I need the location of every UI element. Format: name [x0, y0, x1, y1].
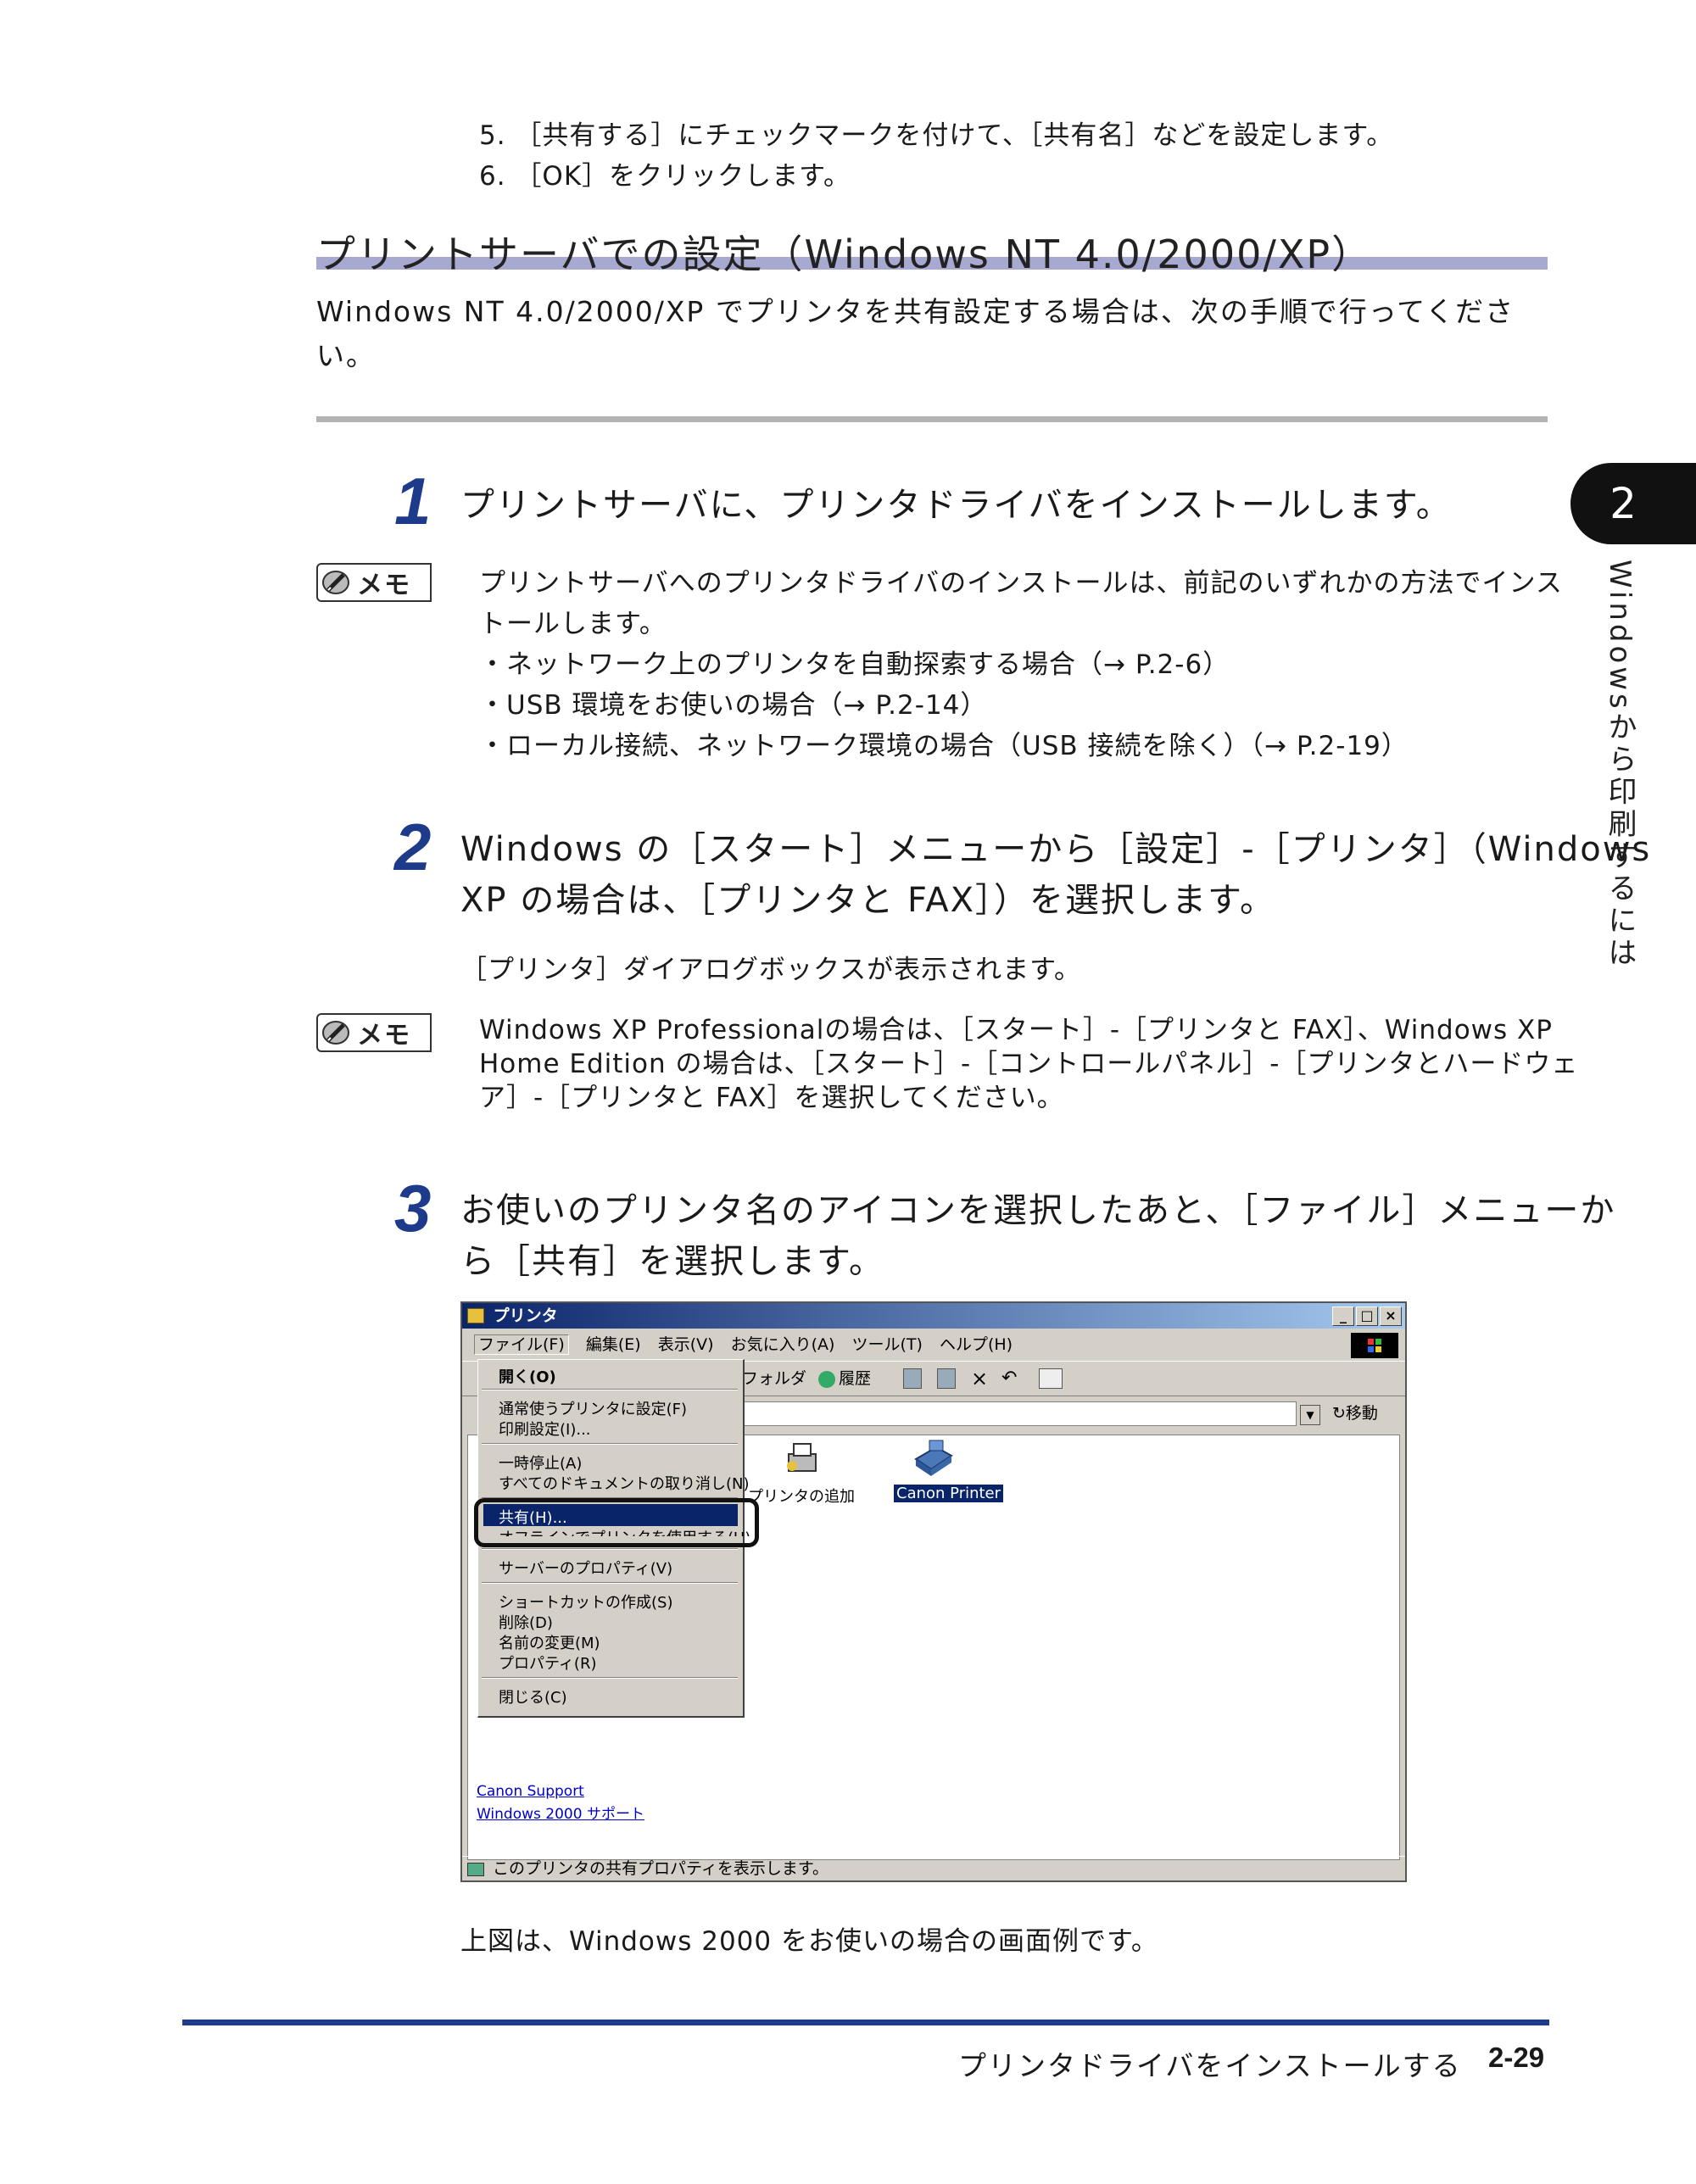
menu-item-delete[interactable]: 削除(D) — [499, 1611, 553, 1633]
section-intro: Windows NT 4.0/2000/XP でプリンタを共有設定する場合は、次… — [316, 295, 1515, 372]
printer-folder-icon — [467, 1308, 484, 1323]
canon-support-link[interactable]: Canon Support — [477, 1783, 584, 1800]
go-arrow-icon: ↻ — [1332, 1404, 1346, 1423]
section-title: プリントサーバでの設定（Windows NT 4.0/2000/XP） — [316, 231, 1373, 277]
memo-badge: メモ — [316, 563, 432, 602]
step-3-text: お使いのプリンタ名のアイコンを選択したあと、［ファイル］メニューか ら［共有］を… — [460, 1185, 1616, 1287]
address-dropdown-icon[interactable]: ▼ — [1300, 1405, 1320, 1425]
menu-item-set-default[interactable]: 通常使うプリンタに設定(F) — [499, 1397, 687, 1419]
screenshot-caption: 上図は、Windows 2000 をお使いの場合の画面例です。 — [460, 1926, 1158, 1957]
memo-label: メモ — [357, 1021, 411, 1050]
printer-icon[interactable] — [909, 1437, 957, 1479]
menu-item-close[interactable]: 閉じる(C) — [499, 1685, 567, 1708]
menu-bar: ファイル(F) 編集(E) 表示(V) お気に入り(A) ツール(T) ヘルプ(… — [462, 1330, 1405, 1359]
page-number: 2-29 — [1488, 2042, 1545, 2073]
chapter-tab: 2 — [1570, 463, 1696, 544]
menu-item-open[interactable]: 開く(O) — [499, 1365, 556, 1387]
memo-2-line2: Home Edition の場合は、［スタート］-［コントロールパネル］-［プリ… — [479, 1049, 1579, 1079]
monitor-icon — [467, 1862, 484, 1876]
status-bar: このプリンタの共有プロパティを表示します。 — [462, 1856, 1405, 1880]
windows-support-link[interactable]: Windows 2000 サポート — [477, 1802, 644, 1823]
preceding-steps: 5. ［共有する］にチェックマークを付けて、［共有名］などを設定します。 6. … — [479, 115, 1393, 197]
add-printer-icon[interactable] — [784, 1440, 821, 1479]
menu-favorites[interactable]: お気に入り(A) — [731, 1335, 835, 1354]
memo-2-line1: Windows XP Professionalの場合は、［スタート］-［プリンタ… — [479, 1015, 1553, 1045]
memo-label: メモ — [357, 571, 411, 600]
menu-item-rename[interactable]: 名前の変更(M) — [499, 1631, 600, 1653]
printers-window-screenshot: プリンタ _ □ × ファイル(F) 編集(E) 表示(V) お気に入り(A) … — [460, 1301, 1407, 1882]
menu-item-server-properties[interactable]: サーバーのプロパティ(V) — [499, 1557, 672, 1579]
step-2-line1: Windows の［スタート］メニューから［設定］-［プリンタ］（Windows — [460, 830, 1652, 869]
step-3-line2: ら［共有］を選択します。 — [460, 1242, 884, 1281]
menu-tools[interactable]: ツール(T) — [851, 1335, 922, 1354]
menu-item-cancel-all[interactable]: すべてのドキュメントの取り消し(N) — [499, 1472, 750, 1494]
status-text: このプリンタの共有プロパティを表示します。 — [493, 1859, 829, 1878]
share-callout-highlight — [474, 1498, 759, 1547]
folders-label: フォルダ — [742, 1369, 807, 1388]
copy-to-icon[interactable] — [937, 1368, 956, 1389]
memo-2-text: Windows XP Professionalの場合は、［スタート］-［プリンタ… — [479, 1013, 1579, 1115]
menu-item-pause[interactable]: 一時停止(A) — [499, 1451, 582, 1474]
history-button[interactable]: 履歴 — [818, 1362, 871, 1396]
step-3-line1: お使いのプリンタ名のアイコンを選択したあと、［ファイル］メニューか — [460, 1191, 1616, 1230]
step-6-text: 6. ［OK］をクリックします。 — [479, 161, 851, 192]
memo-1-text: プリントサーバへのプリンタドライバのインストールは、前記のいずれかの方法でインス… — [479, 563, 1563, 766]
memo-2-line3: ア］-［プリンタと FAX］を選択してください。 — [479, 1083, 1064, 1113]
maximize-button[interactable]: □ — [1356, 1306, 1378, 1326]
step-2-line2: XP の場合は、［プリンタと FAX］）を選択します。 — [460, 881, 1276, 920]
step-2-result: ［プリンタ］ダイアログボックスが表示されます。 — [460, 955, 1081, 985]
step-2-number: 2 — [394, 810, 432, 884]
memo-1-bullet: ・ローカル接続、ネットワーク環境の場合（USB 接続を除く）（→ P.2-19） — [479, 731, 1409, 761]
memo-1-bullet: ・ネットワーク上のプリンタを自動探索する場合（→ P.2-6） — [479, 649, 1230, 680]
canon-printer-label[interactable]: Canon Printer — [894, 1485, 1004, 1502]
delete-icon[interactable]: × — [971, 1362, 988, 1396]
step-5-text: 5. ［共有する］にチェックマークを付けて、［共有名］などを設定します。 — [479, 120, 1394, 151]
chapter-number: 2 — [1610, 479, 1637, 528]
menu-item-create-shortcut[interactable]: ショートカットの作成(S) — [499, 1591, 672, 1613]
menu-edit[interactable]: 編集(E) — [586, 1335, 641, 1354]
pencil-icon — [318, 565, 354, 600]
memo-1-line1: プリントサーバへのプリンタドライバのインストールは、前記のいずれかの方法でインス — [479, 568, 1563, 599]
menu-view[interactable]: 表示(V) — [658, 1335, 714, 1354]
step-1-number: 1 — [394, 464, 432, 538]
add-printer-label[interactable]: プリンタの追加 — [748, 1485, 855, 1507]
history-label: 履歴 — [839, 1369, 872, 1388]
menu-file[interactable]: ファイル(F) — [474, 1334, 569, 1355]
pencil-icon — [318, 1015, 354, 1050]
step-3-number: 3 — [394, 1171, 432, 1245]
step-2-text: Windows の［スタート］メニューから［設定］-［プリンタ］（Windows… — [460, 824, 1652, 926]
go-button[interactable]: ↻移動 — [1332, 1396, 1378, 1430]
windows-logo-icon — [1351, 1333, 1398, 1358]
menu-separator — [482, 1582, 738, 1584]
close-button[interactable]: × — [1380, 1306, 1402, 1326]
step-1-text: プリントサーバに、プリンタドライバをインストールします。 — [460, 486, 1452, 525]
window-title: プリンタ — [493, 1306, 558, 1325]
menu-separator — [482, 1389, 738, 1390]
menu-help[interactable]: ヘルプ(H) — [940, 1335, 1013, 1354]
folders-button[interactable]: フォルダ — [742, 1362, 806, 1396]
memo-1-bullet: ・USB 環境をお使いの場合（→ P.2-14） — [479, 690, 988, 721]
section-divider — [316, 416, 1548, 422]
address-field[interactable] — [734, 1401, 1297, 1426]
chapter-side-label: Windowsから印刷するには — [1603, 560, 1637, 970]
menu-separator — [482, 1443, 738, 1445]
move-to-icon[interactable] — [903, 1368, 922, 1389]
views-icon[interactable] — [1039, 1368, 1063, 1389]
undo-icon[interactable]: ↶ — [1001, 1362, 1017, 1396]
window-titlebar: プリンタ _ □ × — [462, 1303, 1405, 1329]
menu-item-properties[interactable]: プロパティ(R) — [499, 1652, 596, 1674]
history-icon — [818, 1370, 835, 1388]
go-label: 移動 — [1345, 1404, 1378, 1423]
footer-title: プリンタドライバをインストールする — [958, 2049, 1462, 2082]
menu-separator — [482, 1677, 738, 1679]
memo-badge: メモ — [316, 1013, 432, 1052]
minimize-button[interactable]: _ — [1332, 1306, 1354, 1326]
memo-1-line2: トールします。 — [479, 609, 667, 639]
menu-separator — [482, 1548, 738, 1550]
menu-item-print-settings[interactable]: 印刷設定(I)... — [499, 1418, 591, 1440]
footer-rule — [182, 2020, 1549, 2025]
